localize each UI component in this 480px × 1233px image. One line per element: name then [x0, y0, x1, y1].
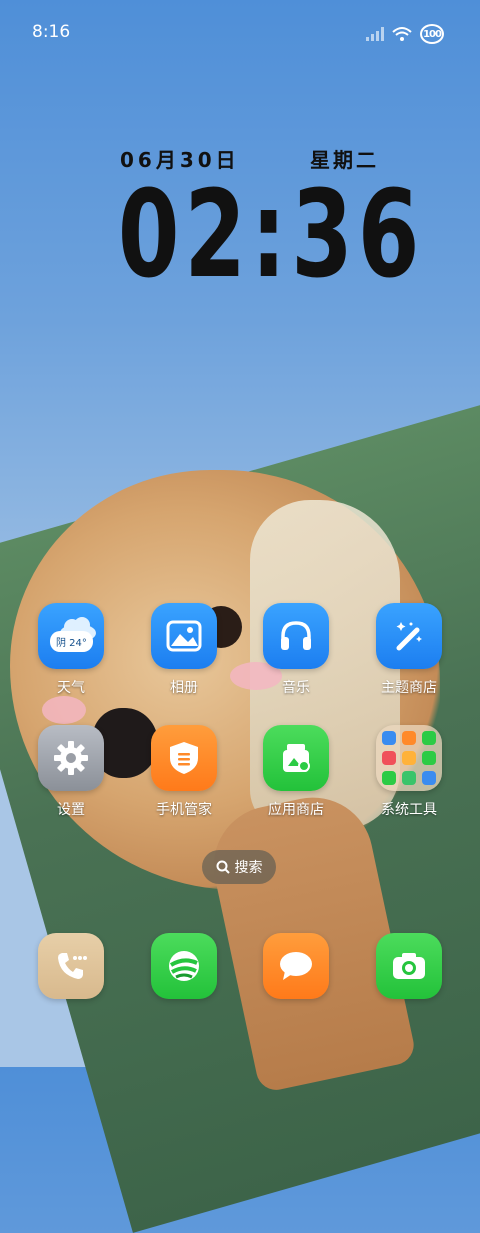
shield-icon	[151, 725, 217, 791]
message-icon	[263, 933, 329, 999]
gear-icon	[38, 725, 104, 791]
status-time: 8:16	[32, 22, 71, 42]
app-store-icon	[263, 725, 329, 791]
app-phone-manager[interactable]: 手机管家	[134, 725, 234, 819]
weather-badge: 阴 24°	[50, 631, 93, 652]
app-weather[interactable]: 阴 24° 天气	[21, 603, 121, 697]
app-settings[interactable]: 设置	[21, 725, 121, 819]
weather-icon: 阴 24°	[38, 603, 104, 669]
app-label: 主题商店	[381, 680, 437, 696]
app-theme-store[interactable]: 主题商店	[359, 603, 459, 697]
dock-browser[interactable]	[134, 933, 234, 999]
app-app-store[interactable]: 应用商店	[246, 725, 346, 819]
app-gallery[interactable]: 相册	[134, 603, 234, 697]
folder-icon	[376, 725, 442, 791]
dock-phone[interactable]	[21, 933, 121, 999]
app-system-tools-folder[interactable]: 系统工具	[359, 725, 459, 819]
search-icon	[216, 860, 230, 874]
dock-messages[interactable]	[246, 933, 346, 999]
search-label: 搜索	[234, 860, 263, 876]
wifi-icon	[392, 27, 412, 41]
app-label: 系统工具	[381, 802, 437, 818]
signal-icon	[366, 27, 384, 41]
wallpaper-blush	[42, 696, 86, 724]
app-label: 音乐	[282, 680, 310, 696]
app-label: 相册	[170, 680, 198, 696]
battery-icon: 100	[420, 24, 444, 44]
app-label: 天气	[57, 680, 85, 696]
app-label: 应用商店	[268, 802, 324, 818]
browser-icon	[151, 933, 217, 999]
app-music[interactable]: 音乐	[246, 603, 346, 697]
app-label: 手机管家	[156, 802, 212, 818]
gallery-icon	[151, 603, 217, 669]
dock-camera[interactable]	[359, 933, 459, 999]
phone-icon	[38, 933, 104, 999]
app-label: 设置	[57, 802, 85, 818]
camera-icon	[376, 933, 442, 999]
magic-wand-icon	[376, 603, 442, 669]
headphones-icon	[263, 603, 329, 669]
status-bar: 8:16 100	[0, 22, 480, 48]
widget-time: 02:36	[117, 166, 425, 305]
search-button[interactable]: 搜索	[202, 850, 276, 884]
